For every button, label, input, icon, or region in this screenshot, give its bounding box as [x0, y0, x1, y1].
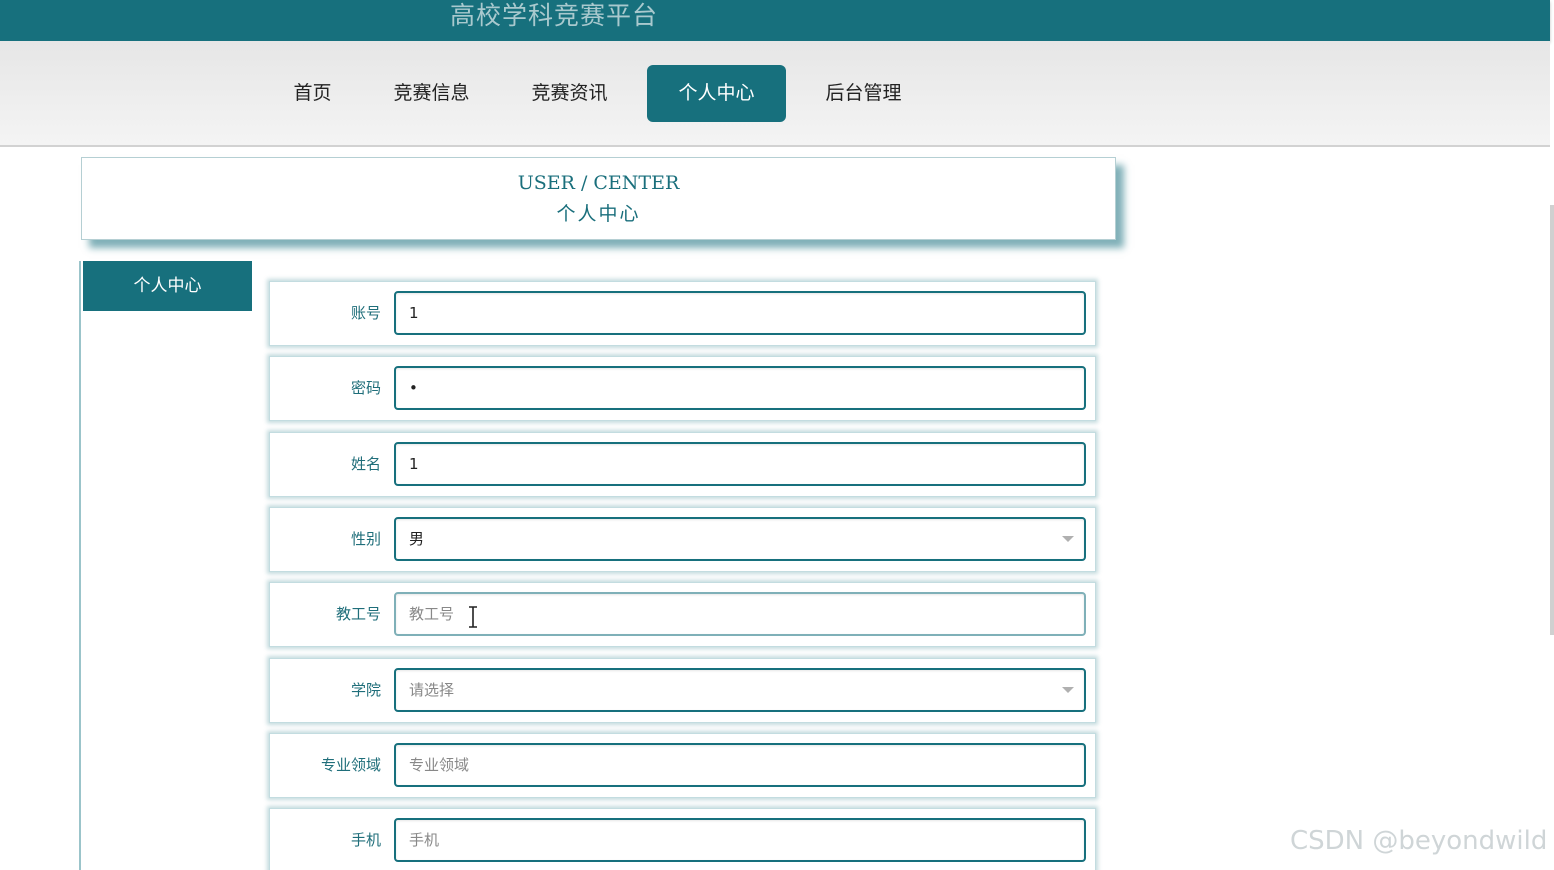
gender-select-value: 男: [409, 530, 425, 548]
chevron-down-icon: [1062, 536, 1074, 542]
account-label: 账号: [350, 304, 381, 322]
page-title-cn: 个人中心: [556, 203, 641, 225]
phone-placeholder: 手机: [409, 831, 440, 849]
form-row-college: 学院 请选择: [269, 658, 1096, 723]
nav-item-user-center[interactable]: 个人中心: [647, 65, 786, 122]
password-label: 密码: [350, 379, 381, 397]
watermark: CSDN @beyondwild: [1290, 826, 1548, 856]
sidebar-item-user-center[interactable]: 个人中心: [83, 261, 252, 311]
specialty-input[interactable]: 专业领域: [394, 743, 1086, 787]
name-label: 姓名: [350, 455, 381, 473]
college-select-placeholder: 请选择: [409, 681, 455, 699]
nav-item-competition-info[interactable]: 竞赛信息: [380, 65, 483, 122]
app-title: 高校学科竞赛平台: [450, 1, 659, 30]
nav-item-admin[interactable]: 后台管理: [812, 65, 915, 122]
staff-id-input[interactable]: 教工号: [394, 592, 1086, 636]
college-label: 学院: [350, 681, 381, 699]
form-row-specialty: 专业领域 专业领域: [269, 733, 1096, 798]
sidebar: 个人中心: [79, 261, 252, 870]
phone-input[interactable]: 手机: [394, 818, 1086, 862]
specialty-placeholder: 专业领域: [409, 756, 470, 774]
college-select[interactable]: 请选择: [394, 668, 1086, 712]
form-row-phone: 手机 手机: [269, 808, 1096, 870]
staff-id-placeholder: 教工号: [409, 605, 455, 623]
phone-label: 手机: [350, 831, 381, 849]
form-row-name: 姓名 1: [269, 432, 1096, 497]
page-header-box: USER / CENTER 个人中心: [81, 157, 1116, 240]
nav-item-home[interactable]: 首页: [270, 65, 355, 122]
specialty-label: 专业领域: [320, 756, 381, 774]
password-input[interactable]: •: [394, 366, 1086, 410]
form-row-gender: 性别 男: [269, 507, 1096, 572]
form-row-staff-id: 教工号 教工号: [269, 582, 1096, 647]
scrollbar-track[interactable]: [1550, 205, 1554, 635]
form-row-password: 密码 •: [269, 356, 1096, 421]
text-cursor-icon: [469, 606, 477, 628]
staff-id-label: 教工号: [335, 605, 381, 623]
top-banner: 高校学科竞赛平台: [0, 0, 1550, 41]
name-input[interactable]: 1: [394, 442, 1086, 486]
page-title-en: USER / CENTER: [517, 172, 680, 194]
main-nav: 首页 竞赛信息 竞赛资讯 个人中心 后台管理: [0, 41, 1550, 147]
account-input[interactable]: 1: [394, 291, 1086, 335]
chevron-down-icon: [1062, 687, 1074, 693]
gender-label: 性别: [350, 530, 381, 548]
form-row-account: 账号 1: [269, 281, 1096, 346]
nav-item-competition-news[interactable]: 竞赛资讯: [518, 65, 621, 122]
gender-select[interactable]: 男: [394, 517, 1086, 561]
